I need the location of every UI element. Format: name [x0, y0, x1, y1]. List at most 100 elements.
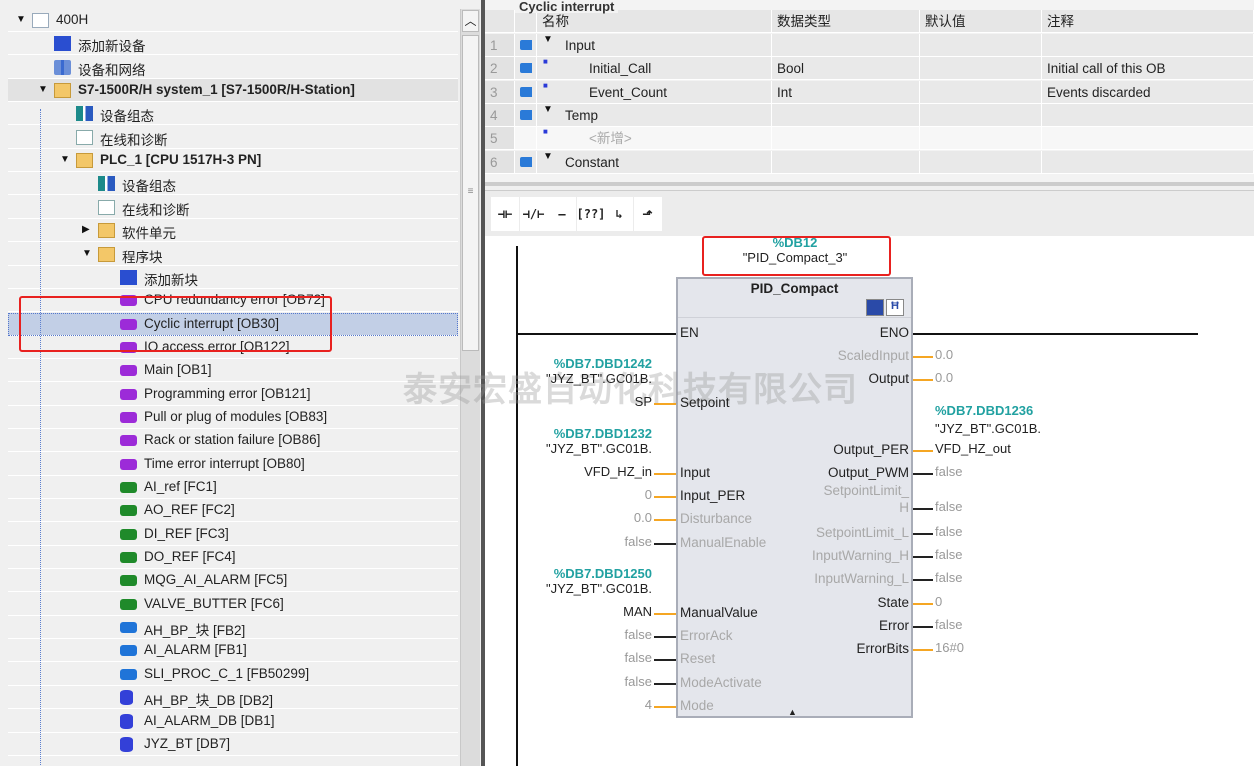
operand-name[interactable]: "JYZ_BT".GC01B. [546, 581, 652, 596]
default-value[interactable] [920, 127, 1042, 151]
operand-value[interactable]: MAN [623, 604, 652, 619]
variable-name[interactable]: Temp [537, 103, 772, 127]
configuration-icon[interactable]: Ħ [886, 299, 904, 316]
tree-item[interactable]: AO_REF [FC2] [8, 499, 458, 523]
tree-item[interactable]: DI_REF [FC3] [8, 523, 458, 546]
operand-value[interactable]: false [625, 627, 652, 642]
tree-item[interactable]: JYZ_BT [DB7] [8, 733, 458, 756]
tree-item[interactable]: ▼ PLC_1 [CPU 1517H-3 PN] [8, 149, 458, 173]
collapse-arrow-icon[interactable]: ▲ [788, 707, 797, 717]
operand-value[interactable]: false [625, 534, 652, 549]
operand-value[interactable]: 0.0 [634, 510, 652, 525]
tree-item[interactable]: MQG_AI_ALARM [FC5] [8, 569, 458, 593]
table-row[interactable]: 5 <新增> ■ [485, 127, 1254, 151]
tree-item[interactable]: 在线和诊断 [8, 126, 458, 149]
tree-item[interactable]: AH_BP_块_DB [DB2] [8, 686, 458, 710]
operand-value[interactable]: 4 [645, 697, 652, 712]
data-type[interactable] [772, 34, 920, 57]
tree-item[interactable]: Time error interrupt [OB80] [8, 453, 458, 476]
tree-item[interactable]: 设备组态 [8, 102, 458, 126]
operand-value[interactable]: false [935, 570, 962, 585]
variable-name[interactable]: Constant [537, 150, 772, 174]
operand-value[interactable]: false [935, 464, 962, 479]
data-type[interactable] [772, 127, 920, 151]
coil-button[interactable]: –()– [548, 197, 576, 255]
table-row[interactable]: 3 Event_Count ■ Int Events discarded [485, 80, 1254, 104]
expand-arrow-icon[interactable]: ▼ [16, 14, 26, 25]
default-value[interactable] [920, 57, 1042, 81]
operand-value[interactable]: false [935, 547, 962, 562]
operand-value[interactable]: 0.0 [935, 370, 953, 385]
table-row[interactable]: 4 Temp ▼ [485, 103, 1254, 127]
tree-item[interactable]: DO_REF [FC4] [8, 546, 458, 570]
empty-box-button[interactable]: [??] [576, 197, 605, 231]
data-type[interactable] [772, 150, 920, 174]
open-branch-button[interactable]: ↳ [605, 197, 633, 231]
expand-arrow-icon[interactable]: ▼ [38, 84, 48, 95]
data-type[interactable] [772, 103, 920, 127]
operand-value[interactable]: false [935, 524, 962, 539]
comment[interactable] [1042, 127, 1254, 151]
column-header[interactable]: 数据类型 [772, 10, 920, 33]
comment[interactable]: Initial call of this OB [1042, 57, 1254, 81]
normally-open-contact-button[interactable]: ⊣⊢ [491, 197, 519, 231]
expand-arrow-icon[interactable]: ▼ [60, 154, 70, 165]
operand-address[interactable]: %DB7.DBD1236 [935, 403, 1033, 418]
operand-value[interactable]: 0 [935, 594, 942, 609]
tree-item[interactable]: Programming error [OB121] [8, 383, 458, 406]
comment[interactable]: Events discarded [1042, 80, 1254, 104]
column-header[interactable]: 注释 [1042, 10, 1254, 33]
operand-address[interactable]: %DB7.DBD1250 [554, 566, 652, 581]
expand-arrow-icon[interactable]: ▼ [543, 34, 553, 45]
operand-value[interactable]: VFD_HZ_in [584, 464, 652, 479]
operand-value[interactable]: VFD_HZ_out [935, 441, 1011, 456]
column-header[interactable] [485, 10, 515, 33]
tree-item[interactable]: AI_ALARM [FB1] [8, 639, 458, 663]
tree-item[interactable]: 设备组态 [8, 172, 458, 196]
operand-value[interactable]: false [625, 650, 652, 665]
tree-item[interactable]: 在线和诊断 [8, 196, 458, 219]
tree-item[interactable]: ▼ 程序块 [8, 243, 458, 266]
operand-address[interactable]: %DB7.DBD1242 [554, 356, 652, 371]
variable-name[interactable]: Initial_Call [537, 57, 772, 81]
tree-item[interactable]: SLI_PROC_C_1 [FB50299] [8, 663, 458, 686]
commissioning-icon[interactable] [866, 299, 884, 316]
variable-name[interactable]: Input [537, 34, 772, 57]
expand-arrow-icon[interactable]: ▼ [543, 104, 553, 115]
tree-item[interactable]: Rack or station failure [OB86] [8, 429, 458, 453]
variable-name[interactable]: Event_Count [537, 80, 772, 104]
operand-value[interactable]: false [625, 674, 652, 689]
operand-value[interactable]: 16#0 [935, 640, 964, 655]
default-value[interactable] [920, 80, 1042, 104]
operand-value[interactable]: 0.0 [935, 347, 953, 362]
default-value[interactable] [920, 103, 1042, 127]
operand-value[interactable]: SP [635, 394, 652, 409]
expand-arrow-icon[interactable]: ▼ [543, 151, 553, 162]
column-header[interactable]: 默认值 [920, 10, 1042, 33]
tree-item[interactable]: 添加新块 [8, 266, 458, 289]
tree-item[interactable]: Main [OB1] [8, 359, 458, 383]
comment[interactable] [1042, 150, 1254, 174]
tree-item[interactable]: AI_ref [FC1] [8, 476, 458, 499]
tree-item[interactable]: ▶ 软件单元 [8, 219, 458, 243]
table-row[interactable]: 2 Initial_Call ■ Bool Initial call of this O… [485, 57, 1254, 81]
default-value[interactable] [920, 150, 1042, 174]
variable-name[interactable]: <新增> [537, 127, 772, 151]
tree-item[interactable]: 添加新设备 [8, 32, 458, 56]
default-value[interactable] [920, 34, 1042, 57]
tree-item[interactable]: VALVE_BUTTER [FC6] [8, 593, 458, 616]
data-type[interactable]: Bool [772, 57, 920, 81]
table-row[interactable]: 6 Constant ▼ [485, 150, 1254, 174]
expand-arrow-icon[interactable]: ▼ [82, 248, 92, 259]
operand-name[interactable]: "JYZ_BT".GC01B. [546, 371, 652, 386]
close-branch-button[interactable]: ⬏ [633, 197, 662, 231]
operand-value[interactable]: false [935, 499, 962, 514]
tree-item[interactable]: Pull or plug of modules [OB83] [8, 406, 458, 429]
tree-item[interactable]: ▼ S7-1500R/H system_1 [S7-1500R/H-Station… [8, 79, 458, 103]
scroll-thumb[interactable]: ≡ [462, 35, 479, 351]
operand-name[interactable]: "JYZ_BT".GC01B. [935, 421, 1041, 436]
normally-closed-contact-button[interactable]: ⊣/⊢ [519, 197, 548, 231]
operand-address[interactable]: %DB7.DBD1232 [554, 426, 652, 441]
data-type[interactable]: Int [772, 80, 920, 104]
tree-item[interactable]: AI_ALARM_DB [DB1] [8, 710, 458, 733]
